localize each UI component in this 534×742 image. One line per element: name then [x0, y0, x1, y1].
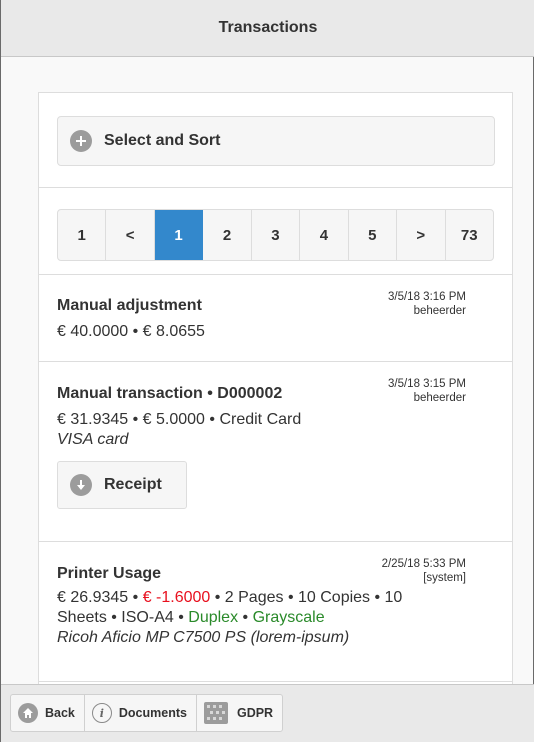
transaction-amounts: € 40.0000 • € 8.0655 — [57, 323, 205, 340]
usage-details-cont: Sheets • ISO-A4 • — [57, 609, 189, 626]
page-last-button[interactable]: 73 — [446, 210, 493, 260]
pagination: 1 < 1 2 3 4 5 > 73 — [57, 209, 494, 261]
documents-button[interactable]: i Documents — [85, 695, 197, 731]
cost-amount: € -1.6000 — [142, 589, 211, 606]
transaction-item[interactable]: 3/5/18 3:16 PM beheerder Manual adjustme… — [39, 275, 512, 362]
transaction-date: 3/5/18 3:16 PM — [388, 291, 466, 303]
printer-name: Ricoh Aficio MP C7500 PS (lorem-ipsum) — [57, 629, 350, 646]
transaction-date: 3/5/18 3:15 PM — [388, 378, 466, 390]
transaction-user: [system] — [423, 572, 466, 584]
page-3-button[interactable]: 3 — [252, 210, 301, 260]
download-circle-icon — [70, 474, 92, 496]
transaction-user: beheerder — [413, 392, 466, 404]
transaction-meta: 2/25/18 5:33 PM [system] — [382, 557, 466, 585]
back-button[interactable]: Back — [11, 695, 85, 731]
app-frame: Transactions Select and Sort 1 < 1 2 3 4… — [0, 0, 534, 742]
home-icon — [18, 703, 38, 723]
footer-toolbar: Back i Documents GDPR — [1, 684, 534, 742]
pagination-section: 1 < 1 2 3 4 5 > 73 — [39, 188, 512, 275]
page-5-button[interactable]: 5 — [349, 210, 398, 260]
transaction-item[interactable]: 2/25/18 5:33 PM [system] Printer Usage €… — [39, 542, 512, 682]
grayscale-badge: Grayscale — [252, 609, 325, 626]
transaction-date: 2/25/18 5:33 PM — [381, 558, 466, 570]
page-title: Transactions — [218, 19, 318, 36]
page-header: Transactions — [1, 0, 534, 57]
receipt-label: Receipt — [104, 476, 162, 493]
footer-nav: Back i Documents GDPR — [10, 694, 284, 732]
gdpr-icon — [203, 702, 228, 724]
balance-amount: € 26.9345 — [57, 589, 129, 606]
page-next-button[interactable]: > — [397, 210, 446, 260]
duplex-badge: Duplex — [188, 609, 239, 626]
page-first-button[interactable]: 1 — [58, 210, 107, 260]
transaction-user: beheerder — [413, 305, 466, 317]
gdpr-button[interactable]: GDPR — [197, 695, 282, 731]
page-4-button[interactable]: 4 — [300, 210, 349, 260]
separator: • — [238, 609, 253, 626]
transaction-note: VISA card — [57, 431, 129, 448]
transaction-amounts: € 31.9345 • € 5.0000 • Credit Card — [57, 411, 302, 428]
gdpr-label: GDPR — [236, 706, 274, 720]
transaction-meta: 3/5/18 3:15 PM beheerder — [388, 377, 466, 405]
select-sort-button[interactable]: Select and Sort — [57, 116, 495, 166]
transaction-details: Sheets • ISO-A4 • Duplex • Grayscale — [57, 608, 494, 628]
plus-circle-icon — [70, 130, 92, 152]
page-prev-button[interactable]: < — [106, 210, 155, 260]
page-1-button[interactable]: 1 — [154, 210, 204, 260]
transactions-panel: Select and Sort 1 < 1 2 3 4 5 > 73 3/5/1… — [38, 92, 513, 692]
transaction-amounts: € 26.9345 • € -1.6000 • 2 Pages • 10 Cop… — [57, 588, 494, 608]
transaction-item[interactable]: 3/5/18 3:15 PM beheerder Manual transact… — [39, 362, 512, 542]
transaction-meta: 3/5/18 3:16 PM beheerder — [388, 290, 466, 318]
select-sort-label: Select and Sort — [104, 132, 221, 149]
info-icon: i — [91, 703, 112, 723]
page-2-button[interactable]: 2 — [203, 210, 252, 260]
separator: • — [128, 589, 143, 606]
usage-details: • 2 Pages • 10 Copies • 10 — [210, 589, 403, 606]
select-sort-section: Select and Sort — [39, 93, 512, 188]
documents-label: Documents — [118, 706, 187, 720]
receipt-button[interactable]: Receipt — [57, 461, 187, 509]
back-label: Back — [45, 706, 75, 720]
